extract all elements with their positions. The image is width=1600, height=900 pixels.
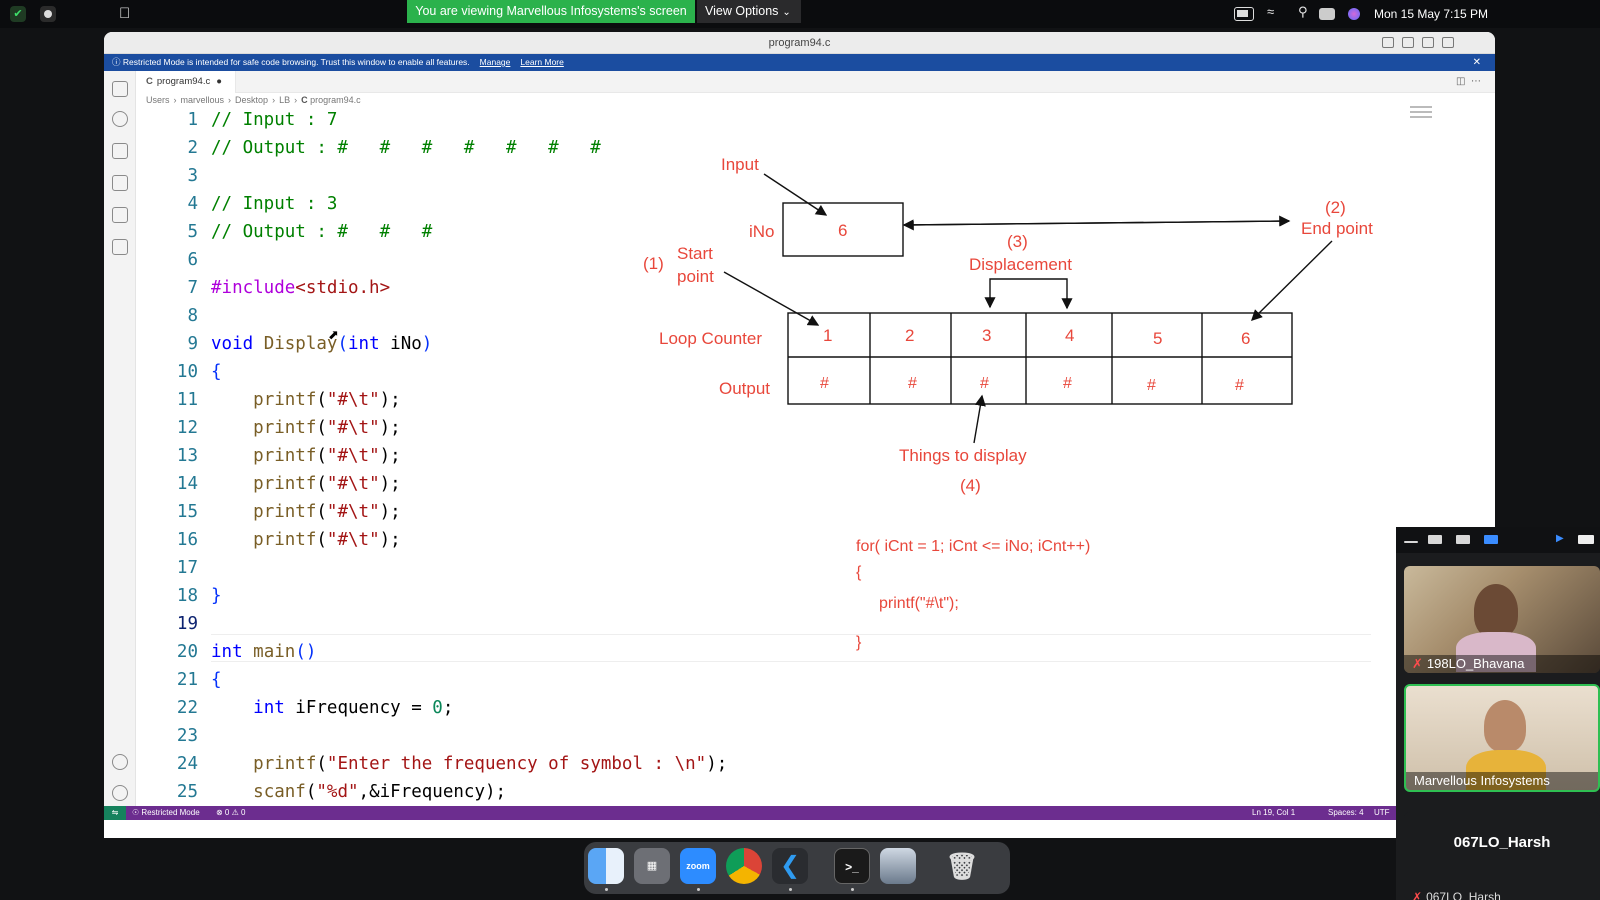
video-panel-toolbar: ▶ xyxy=(1396,527,1600,553)
status-bar: ⇋ ☉ Restricted Mode ⊗ 0 ⚠ 0 Ln 19, Col 1… xyxy=(104,806,1495,820)
displacement-number: (3) xyxy=(1007,232,1028,251)
participant-name: 067LO_Harsh xyxy=(1426,890,1501,900)
counter-cell: 5 xyxy=(1153,329,1162,348)
apple-icon[interactable]:  xyxy=(119,5,130,22)
wifi-icon[interactable]: ≈ xyxy=(1267,4,1274,19)
participant-name-bar: ✗ 198LO_Bhavana xyxy=(1404,655,1600,673)
exit-panel-icon[interactable] xyxy=(1578,535,1594,544)
vscode-icon[interactable]: ❮ xyxy=(772,848,808,884)
end-point-label: End point xyxy=(1301,219,1373,238)
end-ino-arrow xyxy=(902,219,1290,231)
output-label: Output xyxy=(719,379,770,398)
things-to-display-label: Things to display xyxy=(899,446,1027,465)
hide-video-icon[interactable] xyxy=(1428,535,1442,544)
battery-icon[interactable] xyxy=(1234,7,1254,21)
start-point-label-1: Start xyxy=(677,244,713,263)
desktop: ✔  You are viewing Marvellous Infosyste… xyxy=(0,0,1600,900)
launchpad-icon[interactable]: ▦ xyxy=(634,848,670,884)
participant-tile[interactable]: ✗ 198LO_Bhavana xyxy=(1404,566,1600,673)
counter-cell: 3 xyxy=(982,326,991,345)
end-point-number: (2) xyxy=(1325,198,1346,217)
start-point-label-2: point xyxy=(677,267,714,286)
remote-indicator-icon[interactable]: ⇋ xyxy=(104,806,126,820)
screen-share-banner: You are viewing Marvellous Infosystems's… xyxy=(407,0,695,23)
trash-icon[interactable]: 🗑 xyxy=(944,848,980,884)
output-cell: # xyxy=(1063,375,1072,392)
dock: ▦ zoom ❮ >_ 🗑 xyxy=(584,842,1010,894)
menu-bar: ✔  You are viewing Marvellous Infosyste… xyxy=(0,0,1600,28)
finder-icon[interactable] xyxy=(588,848,624,884)
loop-counter-label: Loop Counter xyxy=(659,329,762,348)
menubar-clock[interactable]: Mon 15 May 7:15 PM xyxy=(1374,7,1488,21)
control-center-icon[interactable] xyxy=(1319,8,1335,20)
minimize-icon[interactable] xyxy=(1404,541,1418,543)
participant-tile-active-speaker[interactable]: Marvellous Infosystems xyxy=(1404,684,1600,792)
gallery-view-icon[interactable] xyxy=(1484,535,1498,544)
participant-name: 198LO_Bhavana xyxy=(1426,656,1525,671)
participant-name: Marvellous Infosystems xyxy=(1414,773,1550,788)
participant-tile[interactable]: 067LO_Harsh ✗ 067LO_Harsh xyxy=(1404,812,1600,900)
loop-snippet-line: for( iCnt = 1; iCnt <= iNo; iCnt++) xyxy=(856,538,1090,555)
end-point-arrow xyxy=(1251,240,1333,321)
things-to-display-number: (4) xyxy=(960,476,981,495)
counter-cell: 1 xyxy=(823,326,832,345)
output-cell: # xyxy=(820,375,829,392)
loop-snippet-line: printf("#\t"); xyxy=(879,595,959,612)
chevron-down-icon: ⌄ xyxy=(782,7,791,18)
spotlight-search-icon[interactable]: ⚲ xyxy=(1298,4,1308,19)
zoom-icon[interactable]: zoom xyxy=(680,848,716,884)
participant-video xyxy=(1474,584,1518,638)
participant-name: 067LO_Harsh xyxy=(1453,834,1551,851)
view-options-label: View Options xyxy=(705,4,779,18)
counter-cell: 6 xyxy=(1241,329,1250,348)
chrome-icon[interactable] xyxy=(726,848,762,884)
participant-video xyxy=(1484,700,1526,752)
counter-cell: 2 xyxy=(905,326,914,345)
encoding-status[interactable]: UTF xyxy=(1374,806,1390,820)
participant-name-bar: ✗ 067LO_Harsh xyxy=(1412,890,1501,900)
cursor-position-status[interactable]: Ln 19, Col 1 xyxy=(1252,806,1295,820)
speaker-view-icon[interactable] xyxy=(1456,535,1470,544)
mic-muted-icon: ✗ xyxy=(1412,890,1423,900)
shield-icon[interactable]: ✔ xyxy=(10,6,26,22)
output-cell: # xyxy=(908,375,917,392)
video-panel: ▶ ✗ 198LO_Bhavana Marvellous Infosystems … xyxy=(1396,527,1600,900)
problems-status[interactable]: ⊗ 0 ⚠ 0 xyxy=(216,806,245,820)
indent-status[interactable]: Spaces: 4 xyxy=(1328,806,1364,820)
input-label: Input xyxy=(721,155,759,174)
restricted-mode-status[interactable]: ☉ Restricted Mode xyxy=(132,806,200,820)
output-cell: # xyxy=(980,375,989,392)
annotation-drawing: Input iNo 6 (2) End point (3) Displaceme… xyxy=(643,155,1373,651)
start-point-arrow xyxy=(723,271,820,326)
restricted-mode-label: Restricted Mode xyxy=(141,808,200,817)
mic-muted-icon: ✗ xyxy=(1412,656,1423,671)
input-arrow xyxy=(763,173,828,216)
output-cell: # xyxy=(1147,377,1156,394)
preview-icon[interactable] xyxy=(880,848,916,884)
ino-label: iNo xyxy=(749,222,775,241)
start-point-number: (1) xyxy=(643,254,664,273)
record-icon[interactable] xyxy=(40,6,56,22)
ino-value: 6 xyxy=(838,221,847,240)
things-arrow xyxy=(973,394,986,444)
output-cell: # xyxy=(1235,377,1244,394)
view-options-button[interactable]: View Options ⌄ xyxy=(697,0,801,23)
loop-snippet-line: } xyxy=(856,634,862,651)
siri-icon[interactable] xyxy=(1348,8,1360,20)
participant-name-bar: Marvellous Infosystems xyxy=(1406,772,1598,790)
counter-cell: 4 xyxy=(1065,326,1074,345)
next-page-icon[interactable]: ▶ xyxy=(1556,534,1570,544)
displacement-label: Displacement xyxy=(969,255,1072,274)
loop-table xyxy=(787,312,1293,405)
displacement-bracket xyxy=(989,278,1068,308)
terminal-icon[interactable]: >_ xyxy=(834,848,870,884)
vscode-window: program94.c ⓘ Restricted Mode is intende… xyxy=(104,32,1495,838)
loop-snippet-line: { xyxy=(856,564,862,581)
